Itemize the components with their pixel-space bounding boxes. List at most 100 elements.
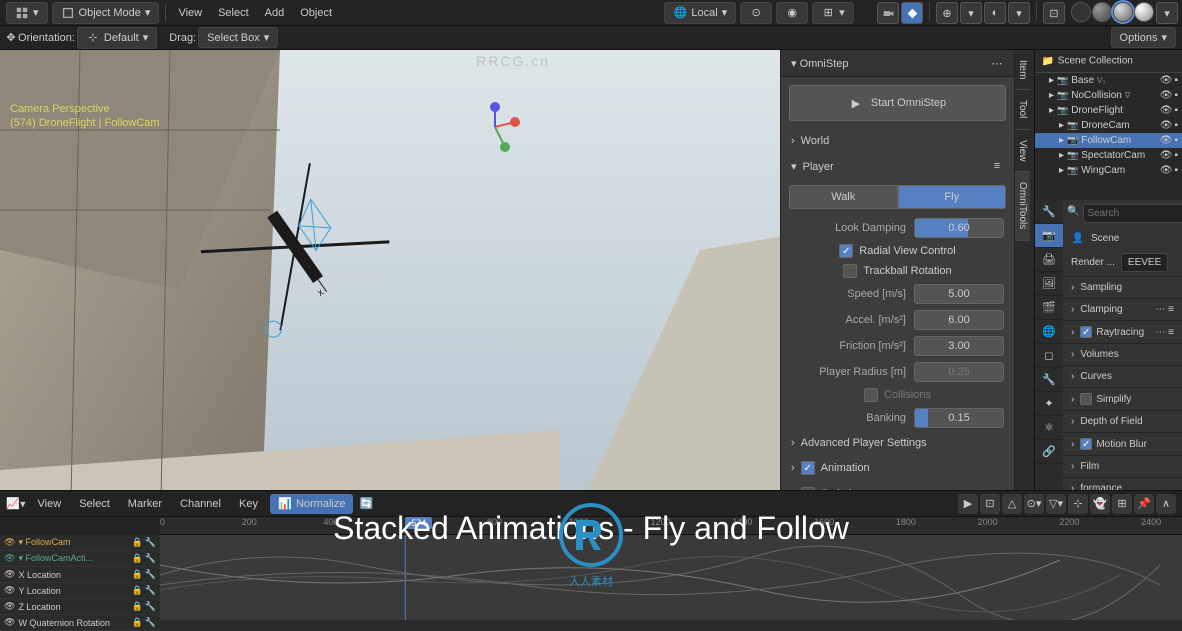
outliner-item[interactable]: ▸📷FollowCam👁▪ (1035, 133, 1182, 148)
props-section[interactable]: ›Curves (1063, 365, 1182, 387)
props-section[interactable]: ›Raytracing⋯ ≡ (1063, 320, 1182, 343)
animation-section[interactable]: ›Animation (781, 455, 1014, 481)
frame-ruler[interactable]: 0 200 400 574 800 1000 1200 1400 1600 18… (160, 517, 1182, 535)
outliner-item[interactable]: ▸📷WingCam👁▪ (1035, 163, 1182, 178)
menu-view[interactable]: View (170, 4, 210, 22)
panel-menu-icon[interactable]: ⋯ (990, 56, 1004, 70)
outliner-item[interactable]: ▸📷NoCollision∇👁▪ (1035, 88, 1182, 103)
solid-shading[interactable] (1092, 2, 1112, 22)
editor-type-dropdown[interactable]: ▾ (6, 2, 48, 24)
output-tab-icon[interactable]: 🖨 (1035, 248, 1063, 272)
wireframe-shading[interactable] (1071, 2, 1091, 22)
channel-row[interactable]: 👁▾ FollowCamActi...🔒🔧 (0, 551, 160, 567)
trackball-checkbox[interactable] (843, 264, 857, 278)
graph-view[interactable]: View (32, 495, 68, 513)
snap-icon[interactable]: ⊙ (740, 2, 772, 24)
particle-tab-icon[interactable]: ✦ (1035, 392, 1063, 416)
menu-object[interactable]: Object (292, 4, 340, 22)
modifier-tab-icon[interactable]: 🔧 (1035, 368, 1063, 392)
mode-dropdown[interactable]: Object Mode ▾ (52, 2, 160, 24)
channel-row[interactable]: 👁▾ FollowCam🔒🔧 (0, 535, 160, 551)
3d-viewport[interactable]: x Camera Perspective (574) DroneFlight |… (0, 50, 780, 490)
outliner-root[interactable]: 📁 Scene Collection (1035, 50, 1182, 73)
scene-datablock[interactable]: 👤 Scene (1063, 227, 1182, 249)
channel-row[interactable]: 👁W Quaternion Rotation🔒🔧 (0, 615, 160, 631)
viewer-icon[interactable] (901, 2, 923, 24)
overlay-toggle-icon[interactable]: ◐ (984, 2, 1006, 24)
radial-view-checkbox[interactable] (839, 244, 853, 258)
channel-row[interactable]: 👁Y Location🔒🔧 (0, 583, 160, 599)
proportional-edit-icon[interactable]: ◉ (776, 2, 808, 24)
menu-select[interactable]: Select (210, 4, 257, 22)
shading-dropdown[interactable]: ▾ (1156, 2, 1178, 24)
expand-icon[interactable]: ⊞ (1112, 494, 1132, 514)
gizmo-toggle-icon[interactable]: ⊕ (936, 2, 958, 24)
orientation-value-dropdown[interactable]: ⊹ Default▾ (77, 27, 157, 49)
graph-key[interactable]: Key (233, 495, 264, 513)
walk-tab[interactable]: Walk (789, 185, 898, 209)
drag-dropdown[interactable]: Select Box▾ (198, 27, 278, 48)
look-damping-slider[interactable]: 0.60 (914, 218, 1004, 238)
options-dropdown[interactable]: Options▾ (1111, 27, 1176, 48)
gizmo-dropdown[interactable]: ▾ (960, 2, 982, 24)
world-tab-icon[interactable]: 🌐 (1035, 320, 1063, 344)
scripting-section[interactable]: ›Scripting (781, 481, 1014, 490)
tab-view[interactable]: View (1015, 130, 1030, 173)
camera-view-icon[interactable] (877, 2, 899, 24)
list-icon[interactable]: ≡ (990, 159, 1004, 173)
player-section[interactable]: ▾Player ≡ (781, 153, 1014, 179)
snap-mode-icon[interactable]: ⊞▾ (812, 2, 854, 24)
tool-tab-icon[interactable]: 🔧 (1035, 200, 1063, 224)
more-icon[interactable]: ∧ (1156, 494, 1176, 514)
outliner-item[interactable]: ▸📷SpectatorCam👁▪ (1035, 148, 1182, 163)
properties-search-input[interactable] (1083, 204, 1182, 223)
view-layer-tab-icon[interactable]: 🖼 (1035, 272, 1063, 296)
props-section[interactable]: ›Film (1063, 455, 1182, 477)
graph-marker[interactable]: Marker (122, 495, 168, 513)
props-section[interactable]: ›Motion Blur (1063, 432, 1182, 455)
proportional-tl-icon[interactable]: ⊙▾ (1024, 494, 1044, 514)
fly-tab[interactable]: Fly (898, 185, 1007, 209)
curves-area[interactable] (160, 535, 1182, 620)
tab-tool[interactable]: Tool (1015, 90, 1030, 129)
outliner-item[interactable]: ▸📷DroneFlight👁▪ (1035, 103, 1182, 118)
physics-tab-icon[interactable]: ⚛ (1035, 416, 1063, 440)
filter-icon[interactable]: ▽▾ (1046, 494, 1066, 514)
graph-channel[interactable]: Channel (174, 495, 227, 513)
start-omnistep-button[interactable]: ▶ Start OmniStep (789, 85, 1006, 121)
props-section[interactable]: ›Clamping⋯ ≡ (1063, 298, 1182, 320)
outliner-item[interactable]: ▸📷DroneCam👁▪ (1035, 118, 1182, 133)
speed-field[interactable]: 5.00 (914, 284, 1004, 304)
orientation-dropdown[interactable]: 🌐 Local ▾ (664, 2, 736, 24)
auto-normalize-icon[interactable]: 🔄 (359, 497, 373, 510)
tab-omnitools[interactable]: OmniTools (1015, 172, 1030, 240)
tab-item[interactable]: Item (1015, 50, 1030, 90)
render-tab-icon[interactable]: 📷 (1035, 224, 1063, 248)
overlay-dropdown[interactable]: ▾ (1008, 2, 1030, 24)
props-section[interactable]: ›Volumes (1063, 343, 1182, 365)
menu-add[interactable]: Add (257, 4, 293, 22)
pin-icon[interactable]: 📌 (1134, 494, 1154, 514)
scene-tab-icon[interactable]: 🎬 (1035, 296, 1063, 320)
props-section[interactable]: ›Simplify (1063, 387, 1182, 410)
material-shading[interactable] (1113, 2, 1133, 22)
current-frame-indicator[interactable]: 574 (405, 517, 432, 529)
props-section[interactable]: ›Sampling (1063, 276, 1182, 298)
snap-dropdown-icon[interactable]: ⊹ (1068, 494, 1088, 514)
ghost-icon[interactable]: 👻 (1090, 494, 1110, 514)
world-section[interactable]: ›World (781, 129, 1014, 153)
cursor-tool-icon[interactable]: ▶ (958, 494, 978, 514)
banking-slider[interactable]: 0.15 (914, 408, 1004, 428)
outliner-item[interactable]: ▸📷BaseV₃👁▪ (1035, 73, 1182, 88)
render-engine-dropdown[interactable]: EEVEE (1121, 253, 1168, 272)
object-tab-icon[interactable]: ◻ (1035, 344, 1063, 368)
graph-editor-type-icon[interactable]: 📈▾ (6, 497, 26, 511)
channel-row[interactable]: 👁Z Location🔒🔧 (0, 599, 160, 615)
snap-tl-icon[interactable]: △ (1002, 494, 1022, 514)
animation-checkbox[interactable] (801, 461, 815, 475)
channel-row[interactable]: 👁X Location🔒🔧 (0, 567, 160, 583)
normalize-button[interactable]: 📊 Normalize (270, 494, 354, 514)
rendered-shading[interactable] (1134, 2, 1154, 22)
friction-field[interactable]: 3.00 (914, 336, 1004, 356)
constraint-tab-icon[interactable]: 🔗 (1035, 440, 1063, 464)
